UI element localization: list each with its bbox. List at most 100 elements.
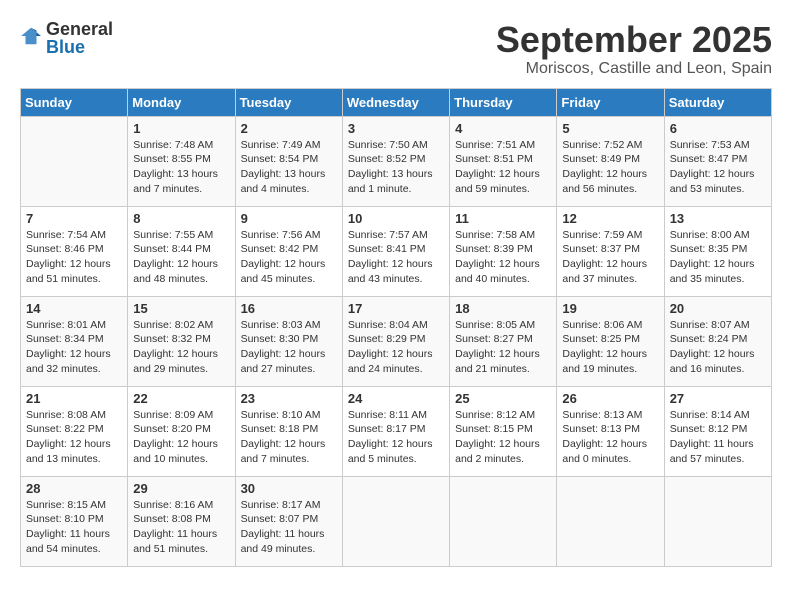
calendar-cell: 23Sunrise: 8:10 AM Sunset: 8:18 PM Dayli… [235,386,342,476]
calendar-cell: 29 Sunrise: 8:16 AM Sunset: 8:08 PM Dayli… [128,476,235,566]
day-info: Sunrise: 8:13 AM Sunset: 8:13 PM Dayligh… [562,408,658,467]
day-number: 9 [241,211,337,226]
day-info: Sunrise: 7:50 AM Sunset: 8:52 PM Dayligh… [348,138,444,197]
day-number: 29 [133,481,229,496]
day-number: 10 [348,211,444,226]
day-number: 1 [133,121,229,136]
day-info: Sunrise: 8:14 AM Sunset: 8:12 PM Dayligh… [670,408,766,467]
day-info: Sunrise: 8:06 AM Sunset: 8:25 PM Dayligh… [562,318,658,377]
weekday-header-saturday: Saturday [664,88,771,116]
title-area: September 2025 Moriscos, Castille and Le… [496,20,772,78]
calendar-week-row: 14 Sunrise: 8:01 AM Sunset: 8:34 PM Dayli… [21,296,772,386]
day-info: Sunrise: 8:16 AM Sunset: 8:08 PM Dayligh… [133,498,229,557]
calendar-cell: 13 Sunrise: 8:00 AM Sunset: 8:35 PM Dayli… [664,206,771,296]
calendar-cell: 21 Sunrise: 8:08 AM Sunset: 8:22 PM Dayli… [21,386,128,476]
day-info: Sunrise: 7:53 AM Sunset: 8:47 PM Dayligh… [670,138,766,197]
calendar-cell: 3 Sunrise: 7:50 AM Sunset: 8:52 PM Daylig… [342,116,449,206]
calendar-cell: 12Sunrise: 7:59 AM Sunset: 8:37 PM Dayli… [557,206,664,296]
calendar-cell: 4 Sunrise: 7:51 AM Sunset: 8:51 PM Daylig… [450,116,557,206]
day-number: 2 [241,121,337,136]
day-info: Sunrise: 8:04 AM Sunset: 8:29 PM Dayligh… [348,318,444,377]
day-info: Sunrise: 7:51 AM Sunset: 8:51 PM Dayligh… [455,138,551,197]
day-number: 30 [241,481,337,496]
day-info: Sunrise: 7:56 AM Sunset: 8:42 PM Dayligh… [241,228,337,287]
calendar-week-row: 1 Sunrise: 7:48 AM Sunset: 8:55 PM Daylig… [21,116,772,206]
day-number: 26 [562,391,658,406]
logo-blue-text: Blue [46,38,113,56]
calendar-cell: 8 Sunrise: 7:55 AM Sunset: 8:44 PM Daylig… [128,206,235,296]
day-number: 23 [241,391,337,406]
day-info: Sunrise: 8:03 AM Sunset: 8:30 PM Dayligh… [241,318,337,377]
day-info: Sunrise: 8:09 AM Sunset: 8:20 PM Dayligh… [133,408,229,467]
calendar-subtitle: Moriscos, Castille and Leon, Spain [496,60,772,78]
day-number: 28 [26,481,122,496]
day-info: Sunrise: 7:54 AM Sunset: 8:46 PM Dayligh… [26,228,122,287]
day-info: Sunrise: 8:12 AM Sunset: 8:15 PM Dayligh… [455,408,551,467]
day-info: Sunrise: 8:05 AM Sunset: 8:27 PM Dayligh… [455,318,551,377]
day-number: 7 [26,211,122,226]
calendar-cell [342,476,449,566]
day-number: 18 [455,301,551,316]
day-number: 13 [670,211,766,226]
calendar-cell: 16 Sunrise: 8:03 AM Sunset: 8:30 PM Dayli… [235,296,342,386]
calendar-title: September 2025 [496,20,772,60]
day-info: Sunrise: 7:57 AM Sunset: 8:41 PM Dayligh… [348,228,444,287]
day-number: 17 [348,301,444,316]
day-info: Sunrise: 7:55 AM Sunset: 8:44 PM Dayligh… [133,228,229,287]
day-info: Sunrise: 8:02 AM Sunset: 8:32 PM Dayligh… [133,318,229,377]
day-info: Sunrise: 7:49 AM Sunset: 8:54 PM Dayligh… [241,138,337,197]
calendar-cell [21,116,128,206]
calendar-cell: 10 Sunrise: 7:57 AM Sunset: 8:41 PM Dayli… [342,206,449,296]
weekday-header-thursday: Thursday [450,88,557,116]
day-number: 12 [562,211,658,226]
calendar-cell: 20 Sunrise: 8:07 AM Sunset: 8:24 PM Dayli… [664,296,771,386]
day-number: 15 [133,301,229,316]
logo: General Blue [20,20,113,56]
calendar-cell: 19 Sunrise: 8:06 AM Sunset: 8:25 PM Dayli… [557,296,664,386]
day-number: 24 [348,391,444,406]
calendar-cell: 27 Sunrise: 8:14 AM Sunset: 8:12 PM Dayli… [664,386,771,476]
day-number: 22 [133,391,229,406]
day-info: Sunrise: 7:48 AM Sunset: 8:55 PM Dayligh… [133,138,229,197]
day-number: 20 [670,301,766,316]
calendar-cell: 2 Sunrise: 7:49 AM Sunset: 8:54 PM Daylig… [235,116,342,206]
day-number: 3 [348,121,444,136]
calendar-cell: 15 Sunrise: 8:02 AM Sunset: 8:32 PM Dayli… [128,296,235,386]
calendar-cell: 6 Sunrise: 7:53 AM Sunset: 8:47 PM Daylig… [664,116,771,206]
weekday-header-row: SundayMondayTuesdayWednesdayThursdayFrid… [21,88,772,116]
calendar-week-row: 21 Sunrise: 8:08 AM Sunset: 8:22 PM Dayli… [21,386,772,476]
calendar-table: SundayMondayTuesdayWednesdayThursdayFrid… [20,88,772,567]
calendar-cell: 26 Sunrise: 8:13 AM Sunset: 8:13 PM Dayli… [557,386,664,476]
calendar-cell [557,476,664,566]
day-number: 6 [670,121,766,136]
day-info: Sunrise: 8:00 AM Sunset: 8:35 PM Dayligh… [670,228,766,287]
day-info: Sunrise: 8:15 AM Sunset: 8:10 PM Dayligh… [26,498,122,557]
day-info: Sunrise: 8:08 AM Sunset: 8:22 PM Dayligh… [26,408,122,467]
day-number: 21 [26,391,122,406]
weekday-header-monday: Monday [128,88,235,116]
calendar-cell: 28 Sunrise: 8:15 AM Sunset: 8:10 PM Dayli… [21,476,128,566]
calendar-cell: 1 Sunrise: 7:48 AM Sunset: 8:55 PM Daylig… [128,116,235,206]
day-number: 27 [670,391,766,406]
day-number: 4 [455,121,551,136]
calendar-week-row: 7 Sunrise: 7:54 AM Sunset: 8:46 PM Daylig… [21,206,772,296]
day-number: 5 [562,121,658,136]
calendar-cell: 30Sunrise: 8:17 AM Sunset: 8:07 PM Dayli… [235,476,342,566]
weekday-header-friday: Friday [557,88,664,116]
day-number: 19 [562,301,658,316]
day-info: Sunrise: 8:07 AM Sunset: 8:24 PM Dayligh… [670,318,766,377]
day-number: 25 [455,391,551,406]
calendar-cell: 5 Sunrise: 7:52 AM Sunset: 8:49 PM Daylig… [557,116,664,206]
day-number: 11 [455,211,551,226]
logo-icon [20,25,42,47]
calendar-cell: 9 Sunrise: 7:56 AM Sunset: 8:42 PM Daylig… [235,206,342,296]
calendar-cell: 25 Sunrise: 8:12 AM Sunset: 8:15 PM Dayli… [450,386,557,476]
day-number: 16 [241,301,337,316]
header: General Blue September 2025 Moriscos, Ca… [20,20,772,78]
day-info: Sunrise: 7:52 AM Sunset: 8:49 PM Dayligh… [562,138,658,197]
day-number: 8 [133,211,229,226]
day-number: 14 [26,301,122,316]
logo-general-text: General [46,20,113,38]
day-info: Sunrise: 8:01 AM Sunset: 8:34 PM Dayligh… [26,318,122,377]
day-info: Sunrise: 8:11 AM Sunset: 8:17 PM Dayligh… [348,408,444,467]
